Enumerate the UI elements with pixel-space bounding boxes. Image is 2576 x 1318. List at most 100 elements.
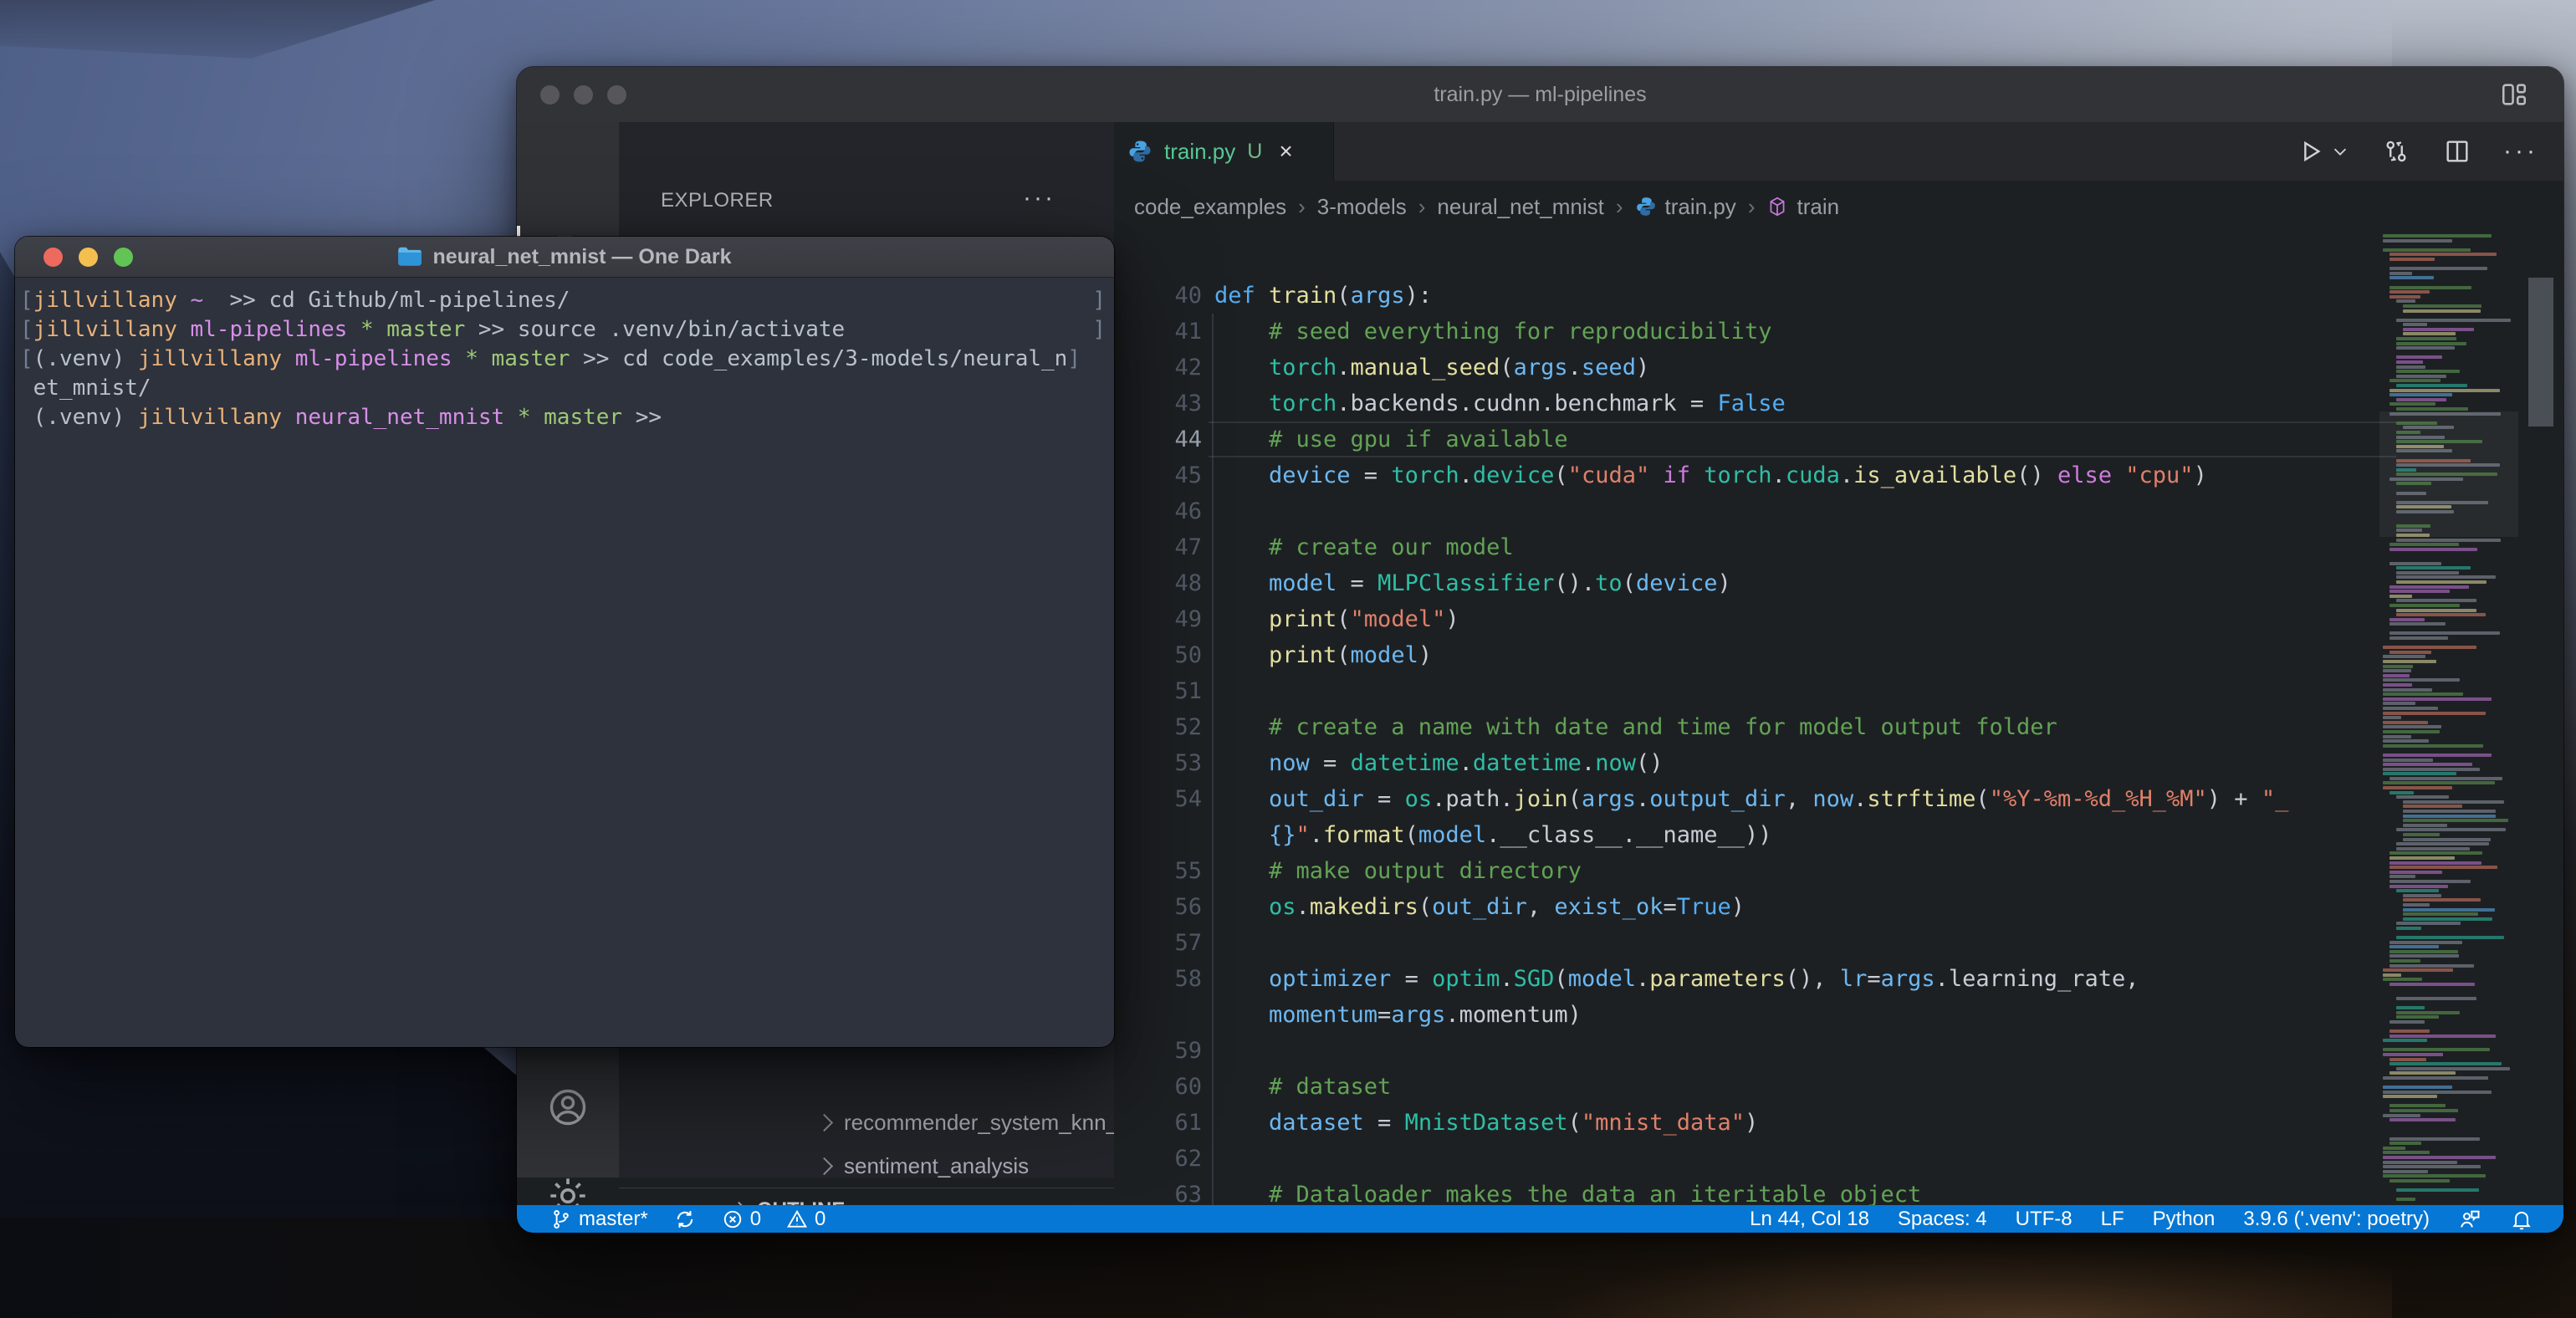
code-token	[1649, 462, 1663, 488]
minimize-window-button[interactable]	[574, 85, 593, 105]
zoom-window-button[interactable]	[114, 248, 133, 267]
zoom-window-button[interactable]	[607, 85, 626, 105]
line-number: 51	[1114, 673, 1202, 709]
code-line[interactable]: 59	[1114, 1033, 2563, 1069]
breadcrumb-item-code-examples[interactable]: code_examples	[1134, 194, 1286, 220]
code-line[interactable]: 48model = MLPClassifier().to(device)	[1114, 565, 2563, 601]
code-line[interactable]: 56os.makedirs(out_dir, exist_ok=True)	[1114, 889, 2563, 925]
code-token: # create our model	[1269, 534, 1514, 560]
open-changes-icon[interactable]	[2381, 136, 2411, 166]
status-error[interactable]: 0	[722, 1208, 761, 1231]
terminal-text: ml-pipelines	[295, 345, 466, 374]
code-line[interactable]: 47# create our model	[1114, 529, 2563, 565]
minimap-line	[2396, 421, 2437, 425]
minimap-line	[2403, 426, 2454, 429]
explorer-more-actions-icon[interactable]: ···	[1023, 184, 1055, 212]
code-line[interactable]: 41# seed everything for reproducibility	[1114, 314, 2563, 350]
code-line[interactable]: 62	[1114, 1141, 2563, 1177]
code-token: (	[1975, 786, 1989, 812]
tab-close-icon[interactable]: ×	[1279, 138, 1292, 165]
status-warning[interactable]: 0	[786, 1208, 825, 1231]
minimap-line	[2389, 562, 2441, 565]
breadcrumb-item-train-py[interactable]: train.py	[1635, 194, 1736, 220]
split-editor-icon[interactable]	[2443, 137, 2471, 166]
minimap-line	[2396, 936, 2504, 939]
terminal-text: * master	[360, 315, 478, 345]
code-line[interactable]: 51	[1114, 673, 2563, 709]
code-line[interactable]: 43torch.backends.cudnn.benchmark = False	[1114, 386, 2563, 421]
code-line[interactable]: 46	[1114, 493, 2563, 529]
code-line[interactable]: 54out_dir = os.path.join(args.output_dir…	[1114, 781, 2563, 817]
code-line[interactable]: 57	[1114, 925, 2563, 961]
breadcrumb-item-train[interactable]: train	[1766, 194, 1839, 220]
chevron-right-icon	[815, 1157, 833, 1174]
code-line[interactable]: 58optimizer = optim.SGD(model.parameters…	[1114, 961, 2563, 997]
minimap[interactable]	[2383, 234, 2515, 1205]
terminal-text: ]	[1067, 345, 1081, 374]
status-label: Python	[2153, 1208, 2216, 1231]
code-token: __name__	[1636, 822, 1745, 848]
code-token: "model"	[1351, 606, 1446, 632]
code-line[interactable]: momentum=args.momentum)	[1114, 997, 2563, 1033]
status-utf-8[interactable]: UTF-8	[2016, 1208, 2073, 1231]
code-editor[interactable]: 40def train(args):41# seed everything fo…	[1114, 232, 2563, 1205]
code-line[interactable]: 63# Dataloader makes the data an iterita…	[1114, 1177, 2563, 1205]
code-line[interactable]: 45device = torch.device("cuda" if torch.…	[1114, 457, 2563, 493]
close-window-button[interactable]	[540, 85, 560, 105]
code-line[interactable]: 53now = datetime.datetime.now()	[1114, 745, 2563, 781]
code-token: ))	[1745, 822, 1772, 848]
account-icon[interactable]	[517, 1067, 619, 1147]
minimap-line	[2383, 712, 2486, 715]
customize-layout-icon[interactable]	[2500, 80, 2528, 109]
code-token: (	[1568, 786, 1582, 812]
code-line[interactable]: 61dataset = MnistDataset("mnist_data")	[1114, 1105, 2563, 1141]
minimap-line	[2396, 384, 2467, 387]
terminal-titlebar[interactable]: neural_net_mnist — One Dark	[15, 237, 1114, 278]
code-token: train	[1269, 283, 1337, 309]
code-line[interactable]: 40def train(args):	[1114, 278, 2563, 314]
minimap-line	[2403, 819, 2508, 822]
minimap-line	[2383, 725, 2441, 728]
minimap-line	[2389, 1179, 2450, 1183]
status-sync[interactable]	[673, 1208, 697, 1231]
code-line[interactable]: 44# use gpu if available	[1114, 421, 2563, 457]
minimap-line	[2403, 815, 2496, 818]
code-line[interactable]: 49print("model")	[1114, 601, 2563, 637]
terminal-text: cd code_examples/3-models/neural_n	[622, 345, 1067, 374]
folder-icon	[397, 246, 422, 268]
code-token: .	[1459, 462, 1473, 488]
line-number: 45	[1114, 457, 1202, 493]
status-lf[interactable]: LF	[2101, 1208, 2124, 1231]
status-bell[interactable]	[2510, 1208, 2533, 1231]
terminal-right-bracket: ]	[1092, 286, 1109, 315]
code-line[interactable]: {}".format(model.__class__.__name__))	[1114, 817, 2563, 853]
terminal-body[interactable]: [jillvillany ~ >> cd Github/ml-pipelines…	[15, 278, 1114, 1047]
status-3-9-6-venv-poetry-[interactable]: 3.9.6 ('.venv': poetry)	[2243, 1208, 2430, 1231]
close-window-button[interactable]	[43, 248, 63, 267]
status-spaces-4[interactable]: Spaces: 4	[1898, 1208, 1987, 1231]
tree-item-sentiment-analysis[interactable]: sentiment_analysis	[619, 1144, 1114, 1188]
status-ln-44-col-18[interactable]: Ln 44, Col 18	[1750, 1208, 1869, 1231]
run-python-file-button[interactable]	[2297, 138, 2349, 165]
code-line[interactable]: 60# dataset	[1114, 1069, 2563, 1105]
editor-scrollbar[interactable]	[2528, 278, 2553, 427]
code-line[interactable]: 50print(model)	[1114, 637, 2563, 673]
vscode-titlebar[interactable]: train.py — ml-pipelines	[517, 67, 2563, 122]
tab-train-py[interactable]: train.py U ×	[1114, 122, 1334, 181]
status-feedback[interactable]	[2458, 1208, 2481, 1231]
breadcrumb-item-neural-net-mnist[interactable]: neural_net_mnist	[1437, 194, 1603, 220]
minimize-window-button[interactable]	[79, 248, 98, 267]
minimap-line	[2389, 1062, 2502, 1065]
code-line[interactable]: 55# make output directory	[1114, 853, 2563, 889]
code-line[interactable]: 42torch.manual_seed(args.seed)	[1114, 350, 2563, 386]
tree-item-recommender-system-knn-[interactable]: recommender_system_knn_...	[619, 1101, 1114, 1144]
code-line[interactable]: 52# create a name with date and time for…	[1114, 709, 2563, 745]
status-branch[interactable]: master*	[550, 1208, 648, 1231]
more-actions-icon[interactable]: ···	[2503, 137, 2538, 166]
status-python[interactable]: Python	[2153, 1208, 2216, 1231]
minimap-line	[2389, 1058, 2426, 1061]
breadcrumb-item-3-models[interactable]: 3-models	[1317, 194, 1407, 220]
line-number: 49	[1114, 601, 1202, 637]
minimap-line	[2396, 599, 2476, 602]
terminal-text: [	[20, 315, 33, 345]
